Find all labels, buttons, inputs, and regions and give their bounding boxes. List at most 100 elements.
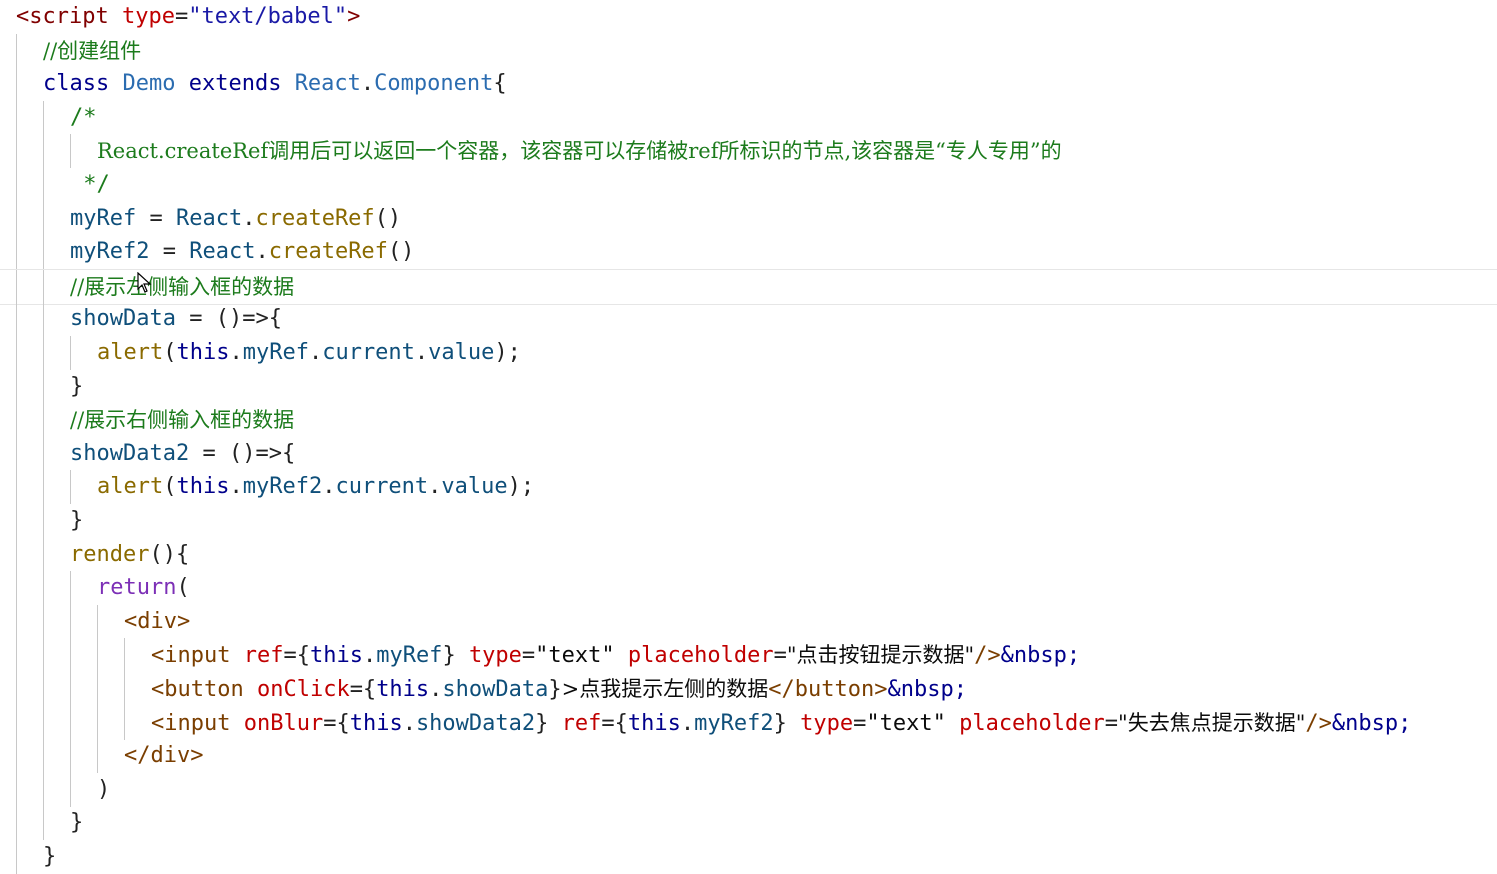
code-line[interactable]: myRef = React.createRef() bbox=[0, 201, 1497, 236]
indent-guide bbox=[43, 806, 44, 841]
code-line[interactable]: React.createRef调用后可以返回一个容器，该容器可以存储被ref所标… bbox=[0, 134, 1497, 169]
code-line[interactable]: //创建组件 bbox=[0, 33, 1497, 68]
code-line[interactable]: return( bbox=[0, 571, 1497, 606]
indent-guide bbox=[16, 369, 17, 404]
indent-guide bbox=[70, 470, 71, 505]
code-token-jsxtag: <div> bbox=[124, 608, 191, 634]
code-editor[interactable]: <script type="text/babel">//创建组件 class De… bbox=[0, 0, 1497, 874]
code-token-jsxtag: /> bbox=[1305, 710, 1332, 736]
code-token-comment: React.createRef调用后可以返回一个容器，该容器可以存储被ref所标… bbox=[97, 139, 1062, 164]
code-line[interactable]: ) bbox=[0, 772, 1497, 807]
code-text: } bbox=[70, 370, 83, 404]
code-token-plain: . bbox=[680, 710, 695, 736]
code-line[interactable]: render(){ bbox=[0, 537, 1497, 572]
code-token-ident: current bbox=[335, 474, 429, 500]
code-token-ident: value bbox=[441, 474, 508, 500]
code-token-keyword: &nbsp; bbox=[1331, 710, 1412, 736]
code-token-ident: React bbox=[175, 205, 243, 231]
code-token-ident: myRef2 bbox=[70, 239, 150, 265]
indent-guide bbox=[43, 672, 44, 706]
code-line[interactable]: myRef2 = React.createRef() bbox=[0, 235, 1497, 270]
code-text: alert(this.myRef.current.value); bbox=[97, 336, 521, 370]
code-line[interactable]: //展示左侧输入框的数据 bbox=[0, 268, 1497, 305]
code-token-value: "text" bbox=[535, 643, 628, 669]
code-token-attr: placeholder bbox=[627, 643, 774, 669]
indent-guide bbox=[43, 369, 44, 404]
code-text: <input ref={this.myRef} type="text" plac… bbox=[151, 638, 1080, 673]
code-token-plain: } bbox=[773, 710, 801, 736]
code-line[interactable]: } bbox=[0, 806, 1497, 841]
code-token-method: render bbox=[70, 541, 150, 567]
code-token-plain: = bbox=[1104, 710, 1119, 736]
code-text: myRef2 = React.createRef() bbox=[70, 235, 414, 269]
code-token-keyword: class bbox=[43, 71, 123, 97]
code-token-plain: . bbox=[242, 205, 256, 231]
indent-guide bbox=[124, 638, 125, 673]
code-token-keyword: this bbox=[376, 677, 430, 702]
indent-guide bbox=[16, 269, 17, 304]
code-text: //展示右侧输入框的数据 bbox=[70, 403, 294, 438]
code-line[interactable]: <div> bbox=[0, 604, 1497, 639]
code-token-comment: */ bbox=[70, 172, 110, 197]
indent-guide bbox=[43, 638, 44, 673]
code-token-plain: . bbox=[362, 643, 377, 669]
code-text: React.createRef调用后可以返回一个容器，该容器可以存储被ref所标… bbox=[97, 134, 1062, 169]
indent-guide bbox=[70, 705, 71, 740]
code-line[interactable]: alert(this.myRef2.current.value); bbox=[0, 470, 1497, 505]
indent-guide bbox=[97, 604, 98, 639]
code-token-plain: } bbox=[548, 677, 562, 702]
code-token-classname: React bbox=[294, 71, 361, 97]
code-token-ident: myRef bbox=[70, 205, 137, 231]
indent-guide bbox=[43, 336, 44, 370]
code-token-plain: } bbox=[70, 810, 84, 836]
code-line[interactable]: <button onClick={this.showData}>点我提示左侧的数… bbox=[0, 672, 1497, 706]
code-line[interactable]: */ bbox=[0, 168, 1497, 202]
code-token-return_kw: return bbox=[97, 575, 177, 601]
code-line[interactable]: } bbox=[0, 369, 1497, 404]
code-text: showData2 = ()=>{ bbox=[70, 437, 295, 471]
code-token-tag: > bbox=[347, 4, 361, 29]
code-token-attr: onBlur bbox=[243, 710, 324, 736]
code-token-keyword: extends bbox=[188, 71, 295, 97]
code-token-plain: . bbox=[229, 474, 243, 500]
code-line[interactable]: showData = ()=>{ bbox=[0, 302, 1497, 337]
code-token-plain: } bbox=[442, 643, 469, 669]
code-line[interactable]: //展示右侧输入框的数据 bbox=[0, 403, 1497, 438]
code-token-value: "点击按钮提示数据" bbox=[786, 643, 975, 668]
code-token-plain: . bbox=[322, 474, 336, 500]
indent-guide bbox=[70, 571, 71, 606]
code-line[interactable]: alert(this.myRef.current.value); bbox=[0, 336, 1497, 370]
indent-guide bbox=[16, 806, 17, 841]
code-text: <input onBlur={this.showData2} ref={this… bbox=[151, 706, 1411, 741]
indent-guide bbox=[43, 436, 44, 471]
code-token-attr: type bbox=[468, 643, 522, 669]
code-token-jsxtag: <input bbox=[151, 710, 244, 736]
code-token-plain: = bbox=[174, 4, 189, 29]
indent-guide bbox=[16, 33, 17, 68]
code-token-comment: //展示右侧输入框的数据 bbox=[70, 408, 295, 433]
code-line[interactable]: class Demo extends React.Component{ bbox=[0, 67, 1497, 102]
code-token-plain: (){ bbox=[149, 541, 190, 567]
code-line[interactable]: <input onBlur={this.showData2} ref={this… bbox=[0, 705, 1497, 741]
code-line[interactable]: } bbox=[0, 504, 1497, 538]
code-token-plain: ( bbox=[163, 340, 177, 365]
code-token-keyword: this bbox=[349, 710, 403, 736]
code-line[interactable]: </div> bbox=[0, 739, 1497, 774]
code-token-plain: = bbox=[773, 643, 787, 669]
indent-guide bbox=[16, 638, 17, 673]
code-token-method: createRef bbox=[255, 205, 375, 231]
code-token-plain: . bbox=[308, 340, 323, 365]
code-token-jsxtag: /> bbox=[974, 643, 1001, 669]
indent-guide bbox=[70, 336, 71, 370]
code-line[interactable]: } bbox=[0, 840, 1497, 874]
code-token-keyword: this bbox=[309, 643, 363, 669]
code-line[interactable]: <input ref={this.myRef} type="text" plac… bbox=[0, 638, 1497, 673]
code-token-attr: placeholder bbox=[959, 710, 1105, 736]
code-line[interactable]: showData2 = ()=>{ bbox=[0, 436, 1497, 471]
code-line[interactable]: <script type="text/babel"> bbox=[0, 0, 1497, 34]
code-text: alert(this.myRef2.current.value); bbox=[97, 470, 534, 504]
indent-guide bbox=[16, 134, 17, 169]
code-token-plain: () bbox=[387, 239, 415, 265]
code-token-comment: /* bbox=[70, 104, 97, 130]
code-line[interactable]: /* bbox=[0, 100, 1497, 135]
